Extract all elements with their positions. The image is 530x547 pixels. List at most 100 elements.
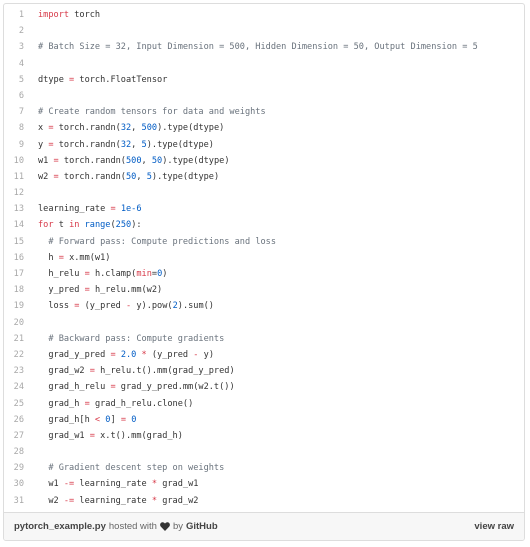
line-number[interactable]: 21 bbox=[4, 331, 38, 347]
code-text: grad_w2 = h_relu.t().mm(grad_y_pred) bbox=[38, 363, 524, 379]
code-text: y = torch.randn(32, 5).type(dtype) bbox=[38, 137, 524, 153]
code-token: learning_rate bbox=[38, 204, 111, 215]
line-number[interactable]: 28 bbox=[4, 444, 38, 460]
code-text: y_pred = h_relu.mm(w2) bbox=[38, 282, 524, 298]
code-token: h_relu.t().mm(grad_y_pred) bbox=[94, 366, 235, 377]
line-number[interactable]: 13 bbox=[4, 201, 38, 217]
code-token: ] bbox=[110, 414, 121, 425]
code-line: 30 w1 -= learning_rate * grad_w1 bbox=[4, 476, 524, 492]
line-number[interactable]: 24 bbox=[4, 379, 38, 395]
code-text: h_relu = h.clamp(min=0) bbox=[38, 266, 524, 282]
code-line: 29 # Gradient descent step on weights bbox=[4, 460, 524, 476]
code-text: grad_h_relu = grad_y_pred.mm(w2.t()) bbox=[38, 379, 524, 395]
line-number[interactable]: 22 bbox=[4, 347, 38, 363]
code-token: 500 bbox=[141, 123, 158, 134]
code-token: (y_pred bbox=[146, 349, 194, 360]
code-token: -= bbox=[63, 495, 75, 506]
code-token: x bbox=[38, 123, 49, 134]
github-link[interactable]: GitHub bbox=[186, 521, 218, 532]
code-token: w1 bbox=[38, 155, 54, 166]
code-line: 17 h_relu = h.clamp(min=0) bbox=[4, 266, 524, 282]
code-text: grad_y_pred = 2.0 * (y_pred - y) bbox=[38, 347, 524, 363]
code-token: grad_w1 bbox=[38, 430, 90, 441]
code-token: , bbox=[131, 139, 142, 150]
code-token: 250 bbox=[115, 220, 132, 231]
line-number[interactable]: 6 bbox=[4, 88, 38, 104]
code-token: y bbox=[38, 139, 49, 150]
code-token: ).sum() bbox=[177, 301, 214, 312]
code-token: ).type(dtype) bbox=[146, 139, 214, 150]
line-number[interactable]: 26 bbox=[4, 412, 38, 428]
code-text: # Batch Size = 32, Input Dimension = 500… bbox=[38, 39, 524, 55]
code-text: loss = (y_pred - y).pow(2).sum() bbox=[38, 298, 524, 314]
code-text: # Gradient descent step on weights bbox=[38, 460, 524, 476]
line-number[interactable]: 14 bbox=[4, 217, 38, 233]
code-line: 11 w2 = torch.randn(50, 5).type(dtype) bbox=[4, 169, 524, 185]
line-number[interactable]: 25 bbox=[4, 396, 38, 412]
line-number[interactable]: 1 bbox=[4, 7, 38, 23]
code-token: # Backward pass: Compute gradients bbox=[48, 333, 225, 344]
code-token: y) bbox=[198, 349, 215, 360]
code-text: grad_h[h < 0] = 0 bbox=[38, 412, 524, 428]
code-line: 28 bbox=[4, 444, 524, 460]
code-line: 10 w1 = torch.randn(500, 50).type(dtype) bbox=[4, 153, 524, 169]
line-number[interactable]: 18 bbox=[4, 282, 38, 298]
code-token: (y_pred bbox=[79, 301, 126, 312]
code-token: grad_w1 bbox=[157, 479, 199, 490]
code-text: w2 -= learning_rate * grad_w2 bbox=[38, 493, 524, 509]
line-number[interactable]: 10 bbox=[4, 153, 38, 169]
line-number[interactable]: 30 bbox=[4, 476, 38, 492]
line-number[interactable]: 27 bbox=[4, 428, 38, 444]
line-number[interactable]: 12 bbox=[4, 185, 38, 201]
code-line: 12 bbox=[4, 185, 524, 201]
code-token: torch.FloatTensor bbox=[74, 74, 168, 85]
code-token: x.t().mm(grad_h) bbox=[94, 430, 183, 441]
line-number[interactable]: 31 bbox=[4, 493, 38, 509]
line-number[interactable]: 20 bbox=[4, 315, 38, 331]
code-token: torch bbox=[69, 10, 101, 20]
code-token: h.clamp( bbox=[89, 269, 137, 279]
line-number[interactable]: 4 bbox=[4, 56, 38, 72]
line-number[interactable]: 15 bbox=[4, 234, 38, 250]
line-number[interactable]: 19 bbox=[4, 298, 38, 314]
line-number[interactable]: 17 bbox=[4, 266, 38, 282]
gist-footer: pytorch_example.py hosted with by GitHub… bbox=[4, 512, 524, 540]
code-token: ).type(dtype) bbox=[151, 171, 220, 182]
code-token: grad_h[h bbox=[38, 414, 95, 425]
code-block: 1 import torch 2 3 # Batch Size = 32, Input … bbox=[4, 7, 524, 509]
file-link[interactable]: pytorch_example.py bbox=[14, 521, 106, 532]
code-token: , bbox=[136, 171, 147, 182]
view-raw-link[interactable]: view raw bbox=[474, 521, 514, 532]
code-token: w1 bbox=[38, 479, 64, 490]
line-number[interactable]: 3 bbox=[4, 39, 38, 55]
code-line: 21 # Backward pass: Compute gradients bbox=[4, 331, 524, 347]
line-number[interactable]: 29 bbox=[4, 460, 38, 476]
code-token: learning_rate bbox=[74, 495, 152, 506]
code-text: h = x.mm(w1) bbox=[38, 250, 524, 266]
line-number[interactable]: 2 bbox=[4, 23, 38, 39]
code-token: -= bbox=[63, 479, 75, 490]
line-number[interactable]: 5 bbox=[4, 72, 38, 88]
code-token: # Create random tensors for data and wei… bbox=[38, 107, 266, 118]
line-number[interactable]: 9 bbox=[4, 137, 38, 153]
code-token: grad_y_pred.mm(w2.t()) bbox=[115, 382, 235, 393]
line-number[interactable]: 7 bbox=[4, 104, 38, 120]
line-number[interactable]: 16 bbox=[4, 250, 38, 266]
code-text: learning_rate = 1e-6 bbox=[38, 201, 524, 217]
code-text: w2 = torch.randn(50, 5).type(dtype) bbox=[38, 169, 524, 185]
line-number[interactable]: 23 bbox=[4, 363, 38, 379]
code-text: import torch bbox=[38, 7, 524, 23]
code-token: grad_y_pred bbox=[38, 349, 111, 360]
code-token: torch.randn( bbox=[58, 171, 126, 182]
line-number[interactable]: 11 bbox=[4, 169, 38, 185]
code-text: for t in range(250): bbox=[38, 217, 524, 233]
by-text: by bbox=[172, 521, 183, 532]
code-line: 6 bbox=[4, 88, 524, 104]
code-line: 2 bbox=[4, 23, 524, 39]
line-number[interactable]: 8 bbox=[4, 120, 38, 136]
code-text: x = torch.randn(32, 500).type(dtype) bbox=[38, 120, 524, 136]
code-token: grad_h bbox=[38, 398, 85, 409]
code-token: grad_h_relu bbox=[38, 382, 111, 393]
